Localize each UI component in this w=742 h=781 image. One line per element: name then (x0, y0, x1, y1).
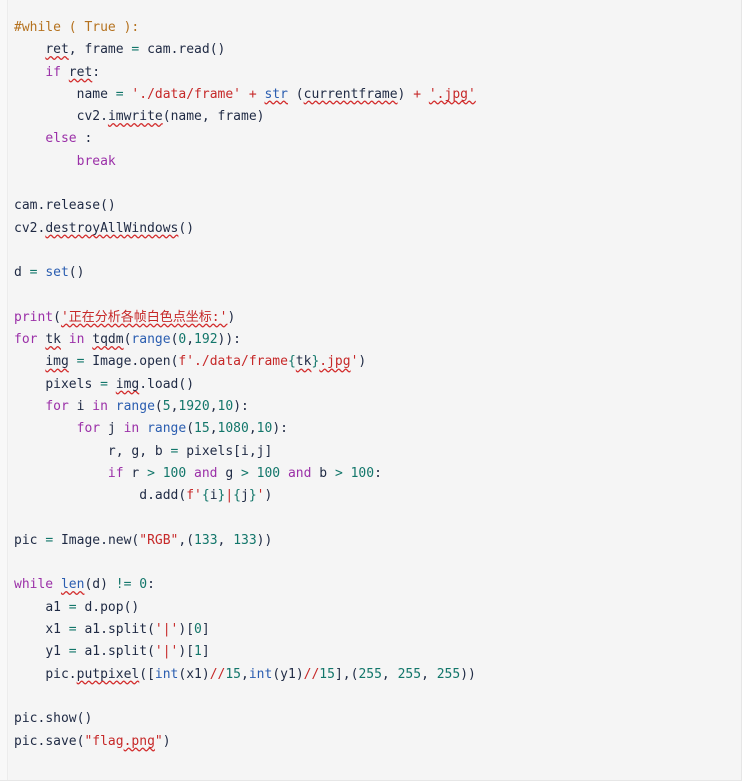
code-line[interactable]: print('正在分析各帧白色点坐标:') (14, 307, 741, 329)
code-line[interactable] (14, 285, 741, 307)
identifier-ret: ret (68, 64, 93, 80)
code-line[interactable]: #while ( True ): (14, 17, 741, 39)
comment-token: #while ( True ): (14, 20, 140, 35)
keyword-in: in (68, 332, 85, 348)
code-line[interactable]: for tk in tqdm(range(0,192)): (14, 329, 741, 351)
code-editor-surface[interactable]: #while ( True ): ret, frame = cam.read()… (9, 0, 741, 780)
code-line[interactable]: pic = Image.new("RGB",(133, 133)) (14, 530, 741, 552)
code-line[interactable]: cv2.destroyAllWindows() (14, 218, 741, 240)
identifier-tqdm: tqdm (92, 332, 124, 348)
code-line[interactable]: d.add(f'{i}|{j}') (14, 485, 741, 507)
code-line[interactable]: d = set() (14, 262, 741, 284)
code-line[interactable]: pic.save("flag.png") (14, 731, 741, 753)
builtin-int: int (248, 666, 273, 682)
code-line[interactable]: if r > 100 and g > 100 and b > 100: (14, 463, 741, 485)
keyword-for: for (76, 421, 101, 437)
identifier-img: img (115, 376, 140, 392)
code-line[interactable]: for j in range(15,1080,10): (14, 418, 741, 440)
keyword-break: break (76, 153, 116, 169)
identifier-destroyallwindows: destroyAllWindows (45, 220, 179, 236)
code-line[interactable]: x1 = a1.split('|')[0] (14, 619, 741, 641)
builtin-range: range (115, 399, 155, 415)
code-line[interactable] (14, 240, 741, 262)
keyword-for: for (45, 399, 69, 415)
code-line[interactable]: pixels = img.load() (14, 374, 741, 396)
string-literal: '|' (154, 644, 179, 660)
builtin-str: str (264, 86, 288, 102)
identifier-imwrite: imwrite (107, 109, 163, 125)
chinese-string-literal: '正在分析各帧白色点坐标:' (60, 309, 228, 325)
keyword-if: if (45, 64, 61, 80)
identifier-tk: tk (45, 332, 61, 348)
code-line[interactable]: y1 = a1.split('|')[1] (14, 641, 741, 663)
code-line[interactable]: r, g, b = pixels[i,j] (14, 441, 741, 463)
code-line[interactable] (14, 552, 741, 574)
identifier-img: img (45, 354, 69, 370)
code-line[interactable]: cam.release() (14, 195, 741, 217)
string-literal: "flag.png" (84, 733, 163, 749)
fstring-var-tk: tk (295, 354, 312, 370)
builtin-len: len (60, 577, 85, 593)
editor-gutter (0, 0, 8, 780)
builtin-print: print (14, 309, 54, 325)
code-line[interactable]: cv2.imwrite(name, frame) (14, 106, 741, 128)
keyword-and: and (287, 465, 312, 481)
keyword-while: while (14, 577, 54, 593)
string-literal: '.jpg' (428, 86, 476, 102)
code-line[interactable]: pic.show() (14, 708, 741, 730)
string-literal: '|' (154, 622, 179, 638)
code-line[interactable]: ret, frame = cam.read() (14, 39, 741, 61)
string-literal: './data/frame' (131, 86, 241, 102)
code-line[interactable]: pic.putpixel([int(x1)//15,int(y1)//15],(… (14, 664, 741, 686)
code-line[interactable]: while len(d) != 0: (14, 574, 741, 596)
code-line[interactable]: break (14, 151, 741, 173)
code-line[interactable]: a1 = d.pop() (14, 597, 741, 619)
code-line[interactable]: else : (14, 128, 741, 150)
builtin-set: set (45, 265, 69, 281)
keyword-and: and (194, 465, 218, 481)
code-line[interactable]: if ret: (14, 62, 741, 84)
identifier-ret: ret (45, 42, 69, 58)
identifier-putpixel: putpixel (76, 666, 140, 682)
keyword-in: in (123, 421, 140, 437)
builtin-range: range (131, 332, 171, 348)
code-line[interactable] (14, 508, 741, 530)
keyword-if: if (107, 465, 124, 481)
keyword-else: else (45, 131, 77, 147)
python-code-block[interactable]: #while ( True ): ret, frame = cam.read()… (9, 17, 741, 753)
keyword-for: for (14, 332, 38, 348)
code-line[interactable]: for i in range(5,1920,10): (14, 396, 741, 418)
builtin-int: int (154, 666, 179, 682)
code-line[interactable]: name = './data/frame' + str (currentfram… (14, 84, 741, 106)
code-line[interactable]: img = Image.open(f'./data/frame{tk}.jpg'… (14, 351, 741, 373)
code-line[interactable] (14, 173, 741, 195)
string-literal: "RGB" (139, 532, 179, 548)
code-screenshot: #while ( True ): ret, frame = cam.read()… (0, 0, 742, 781)
builtin-range: range (147, 421, 187, 437)
keyword-in: in (92, 399, 108, 415)
code-line[interactable] (14, 686, 741, 708)
identifier-currentframe: currentframe (303, 86, 398, 102)
